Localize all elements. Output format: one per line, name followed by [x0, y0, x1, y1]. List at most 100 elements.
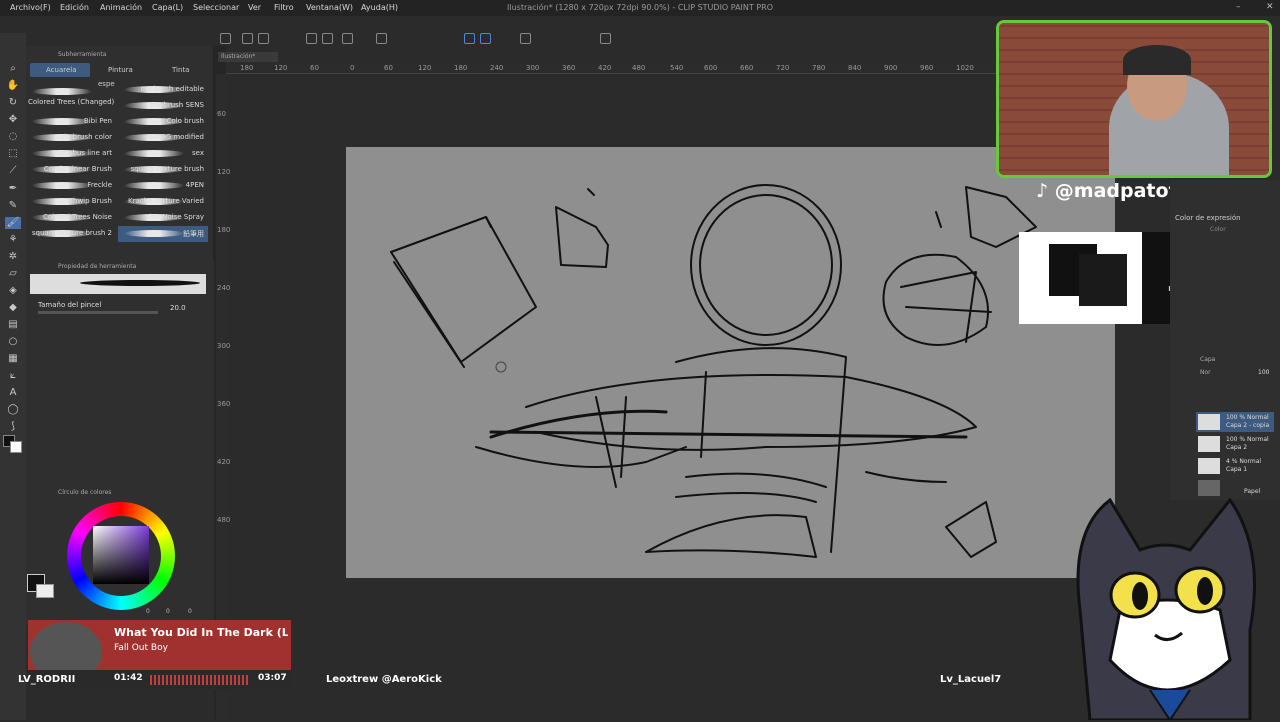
close-icon[interactable]: ✕ [1266, 2, 1274, 12]
grid-icon[interactable] [520, 33, 531, 44]
brush-item[interactable]: Line Noise Spray [118, 210, 208, 226]
sub-color-swatch[interactable] [10, 441, 22, 453]
brush-item[interactable]: Colo brush [118, 114, 208, 130]
layer-item[interactable]: 4 % Normal Capa 1 [1196, 456, 1274, 476]
gradient-icon[interactable]: ▤ [5, 319, 21, 331]
brush-item[interactable]: square texture brush 2 [26, 226, 116, 242]
webcam-overlay [996, 20, 1272, 178]
eyedropper-icon[interactable]: ⟋ [5, 165, 21, 177]
hand-icon[interactable]: ✋ [5, 80, 21, 92]
undo-icon[interactable] [306, 33, 317, 44]
brush-item[interactable]: my brush SENS [118, 98, 208, 114]
saturation-square[interactable] [93, 526, 149, 584]
eraser-icon[interactable]: ▱ [5, 268, 21, 280]
layer-item[interactable]: 100 % Normal Capa 2 [1196, 434, 1274, 454]
title-bar: Archivo(F) Edición Animación Capa(L) Sel… [0, 0, 1280, 16]
drawing-canvas[interactable] [346, 147, 1115, 578]
brush-item[interactable]: square texture brush [118, 162, 208, 178]
fill-icon[interactable]: ◆ [5, 302, 21, 314]
vtuber-cat-avatar [1050, 490, 1280, 722]
tool-palette: ⌕ ✋ ↻ ✥ ◌ ⬚ ⟋ ✒ ✎ 🖌 ⚘ ✲ ▱ ◈ ◆ ▤ ○ ▦ ⟀ A … [0, 33, 26, 720]
save-icon[interactable] [258, 33, 269, 44]
headphones-icon [1123, 45, 1191, 75]
text-icon[interactable]: A [5, 387, 21, 399]
new-file-icon[interactable] [220, 33, 231, 44]
figure-icon[interactable]: ○ [5, 336, 21, 348]
subtool-header: Subherramienta [58, 51, 107, 58]
color-wheel-panel: Círculo de colores 0 0 0 [26, 486, 214, 626]
layer-header: Capa [1200, 356, 1216, 363]
tshirt-image [1079, 254, 1127, 306]
frame-icon[interactable]: ▦ [5, 353, 21, 365]
song-total-time: 03:07 [258, 673, 287, 683]
pen-icon[interactable]: ✒ [5, 183, 21, 195]
brush-item[interactable]: Kracka Texture Varied [118, 194, 208, 210]
layout-icon[interactable] [600, 33, 611, 44]
brush-item[interactable]: 4PEN [118, 178, 208, 194]
redo-icon[interactable] [322, 33, 333, 44]
canvas-tab[interactable]: Ilustración* [218, 52, 278, 62]
rotate-icon[interactable]: ↻ [5, 97, 21, 109]
color-g-value: 0 [166, 608, 170, 615]
expression-color-value[interactable]: Color [1210, 226, 1226, 233]
transform-icon[interactable] [376, 33, 387, 44]
song-current-time: 01:42 [114, 673, 143, 683]
song-title: What You Did In The Dark (Lig [114, 626, 288, 639]
color-wheel[interactable] [67, 502, 175, 610]
brush-item[interactable]: Comic Linear Brush [26, 162, 116, 178]
horizontal-ruler: 180 120 60 0 60 120 180 240 300 360 420 … [226, 62, 1016, 74]
move-icon[interactable]: ✥ [5, 114, 21, 126]
subtool-panel: Subherramienta Acuarela Pintura espe Tin… [26, 46, 214, 260]
airbrush-icon[interactable]: ⚘ [5, 234, 21, 246]
brush-item[interactable]: Succubus line art [26, 146, 116, 162]
layer-opacity[interactable]: 100 [1258, 369, 1269, 376]
blend-mode[interactable]: Nor [1200, 369, 1211, 376]
color-r-value: 0 [146, 608, 150, 615]
decoration-icon[interactable]: ✲ [5, 251, 21, 263]
selection-icon[interactable] [342, 33, 353, 44]
tab-acuarela[interactable]: Acuarela [30, 63, 90, 77]
viewer-name: Leoxtrew @AeroKick [326, 674, 442, 685]
brush-item[interactable]: Colored Trees Noise [26, 210, 116, 226]
brush-size-label: Tamaño del pincel [38, 301, 102, 309]
color-b-value: 0 [188, 608, 192, 615]
brush-item[interactable]: Colo brush color [26, 130, 116, 146]
open-icon[interactable] [242, 33, 253, 44]
waveform [150, 675, 250, 685]
brush-item[interactable]: my brush editable [118, 82, 208, 98]
window-title: Ilustración* (1280 x 720px 72dpi 90.0%) … [507, 3, 773, 12]
ruler-snap-icon[interactable] [480, 33, 491, 44]
select-icon[interactable]: ⬚ [5, 148, 21, 160]
zoom-icon[interactable]: ⌕ [5, 63, 21, 75]
brush-icon[interactable]: 🖌 [5, 217, 21, 229]
blend-icon[interactable]: ◈ [5, 285, 21, 297]
lasso-icon[interactable]: ◌ [5, 131, 21, 143]
brush-size-slider[interactable] [38, 311, 158, 314]
brush-item[interactable]: HIMGG modified [118, 130, 208, 146]
tab-tinta[interactable]: Tinta [154, 63, 204, 77]
ruler-icon[interactable]: ⟀ [5, 370, 21, 382]
brush-item[interactable]: Freckle [26, 178, 116, 194]
brush-item[interactable]: Thwip Brush [26, 194, 116, 210]
brush-item-selected[interactable]: 鉛筆用 [118, 226, 208, 242]
brush-item[interactable]: sex [118, 146, 208, 162]
tab-pintura[interactable]: Pintura espe [92, 63, 150, 88]
sub-color-swatch[interactable] [36, 584, 54, 598]
sketch-drawing [390, 184, 1037, 558]
balloon-icon[interactable]: ◯ [5, 404, 21, 416]
color-header: Círculo de colores [58, 489, 112, 496]
viewer-name: LV_RODRII [18, 674, 76, 685]
snap-icon[interactable] [464, 33, 475, 44]
expression-color-label: Color de expresión [1175, 214, 1241, 222]
viewer-name: Lv_Lacuel7 [940, 674, 1002, 685]
tiktok-icon: ♪ [1036, 180, 1049, 202]
layer-item[interactable]: 100 % Normal Capa 2 - copia [1196, 412, 1274, 432]
correct-line-icon[interactable]: ⟆ [5, 421, 21, 433]
tool-property-panel: Propiedad de herramienta Tamaño del pinc… [26, 260, 214, 486]
minimize-icon[interactable]: – [1236, 2, 1241, 12]
brush-item[interactable]: Bibi Pen [26, 114, 116, 130]
pencil-icon[interactable]: ✎ [5, 200, 21, 212]
brush-size-value[interactable]: 20.0 [170, 304, 186, 312]
toolprop-header: Propiedad de herramienta [58, 263, 137, 270]
brush-item[interactable]: Colored Trees (Changed) [26, 84, 116, 106]
